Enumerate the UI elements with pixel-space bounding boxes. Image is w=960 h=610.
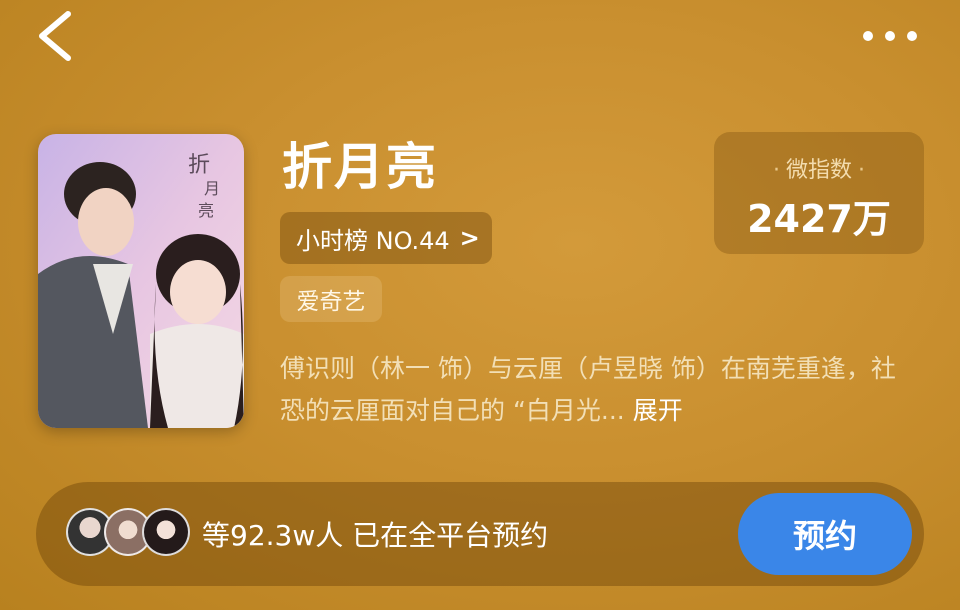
show-title: 折月亮 [282,138,438,196]
weibo-index-card: · 微指数 · 2427万 [714,132,924,254]
poster-image: 折 月 亮 [38,134,244,428]
index-label: 微指数 [785,158,852,183]
show-description: 傅识则（林一 饰）与云厘（卢昱晓 饰）在南芜重逢，社恐的云厘面对自己的 “白月光… [280,348,900,432]
reserve-button[interactable]: 预约 [738,493,912,575]
reservation-bar: 等92.3w人 已在全平台预约 预约 [36,482,924,586]
hourly-rank-chip[interactable]: 小时榜 NO.44 > [280,212,492,264]
reservation-count-text: 等92.3w人 已在全平台预约 [202,519,549,552]
svg-text:亮: 亮 [198,201,214,220]
back-icon[interactable] [34,10,80,62]
description-text: 傅识则（林一 饰）与云厘（卢昱晓 饰）在南芜重逢，社恐的云厘面对自己的 “白月光… [280,354,896,425]
svg-text:月: 月 [204,179,220,198]
avatar-stack [66,508,190,558]
index-value: 2427万 [747,197,891,241]
rank-label: 小时榜 NO.44 [296,226,450,255]
show-poster[interactable]: 折 月 亮 [38,134,244,428]
dot-icon: · [772,158,780,183]
chevron-right-icon: > [459,224,480,252]
index-label-row: · 微指数 · [714,152,924,184]
svg-text:折: 折 [188,153,210,178]
expand-link[interactable]: 展开 [633,396,683,425]
avatar [142,508,190,556]
platform-tag[interactable]: 爱奇艺 [280,276,382,322]
dot-icon: · [858,158,865,183]
more-options-icon[interactable] [860,26,920,46]
